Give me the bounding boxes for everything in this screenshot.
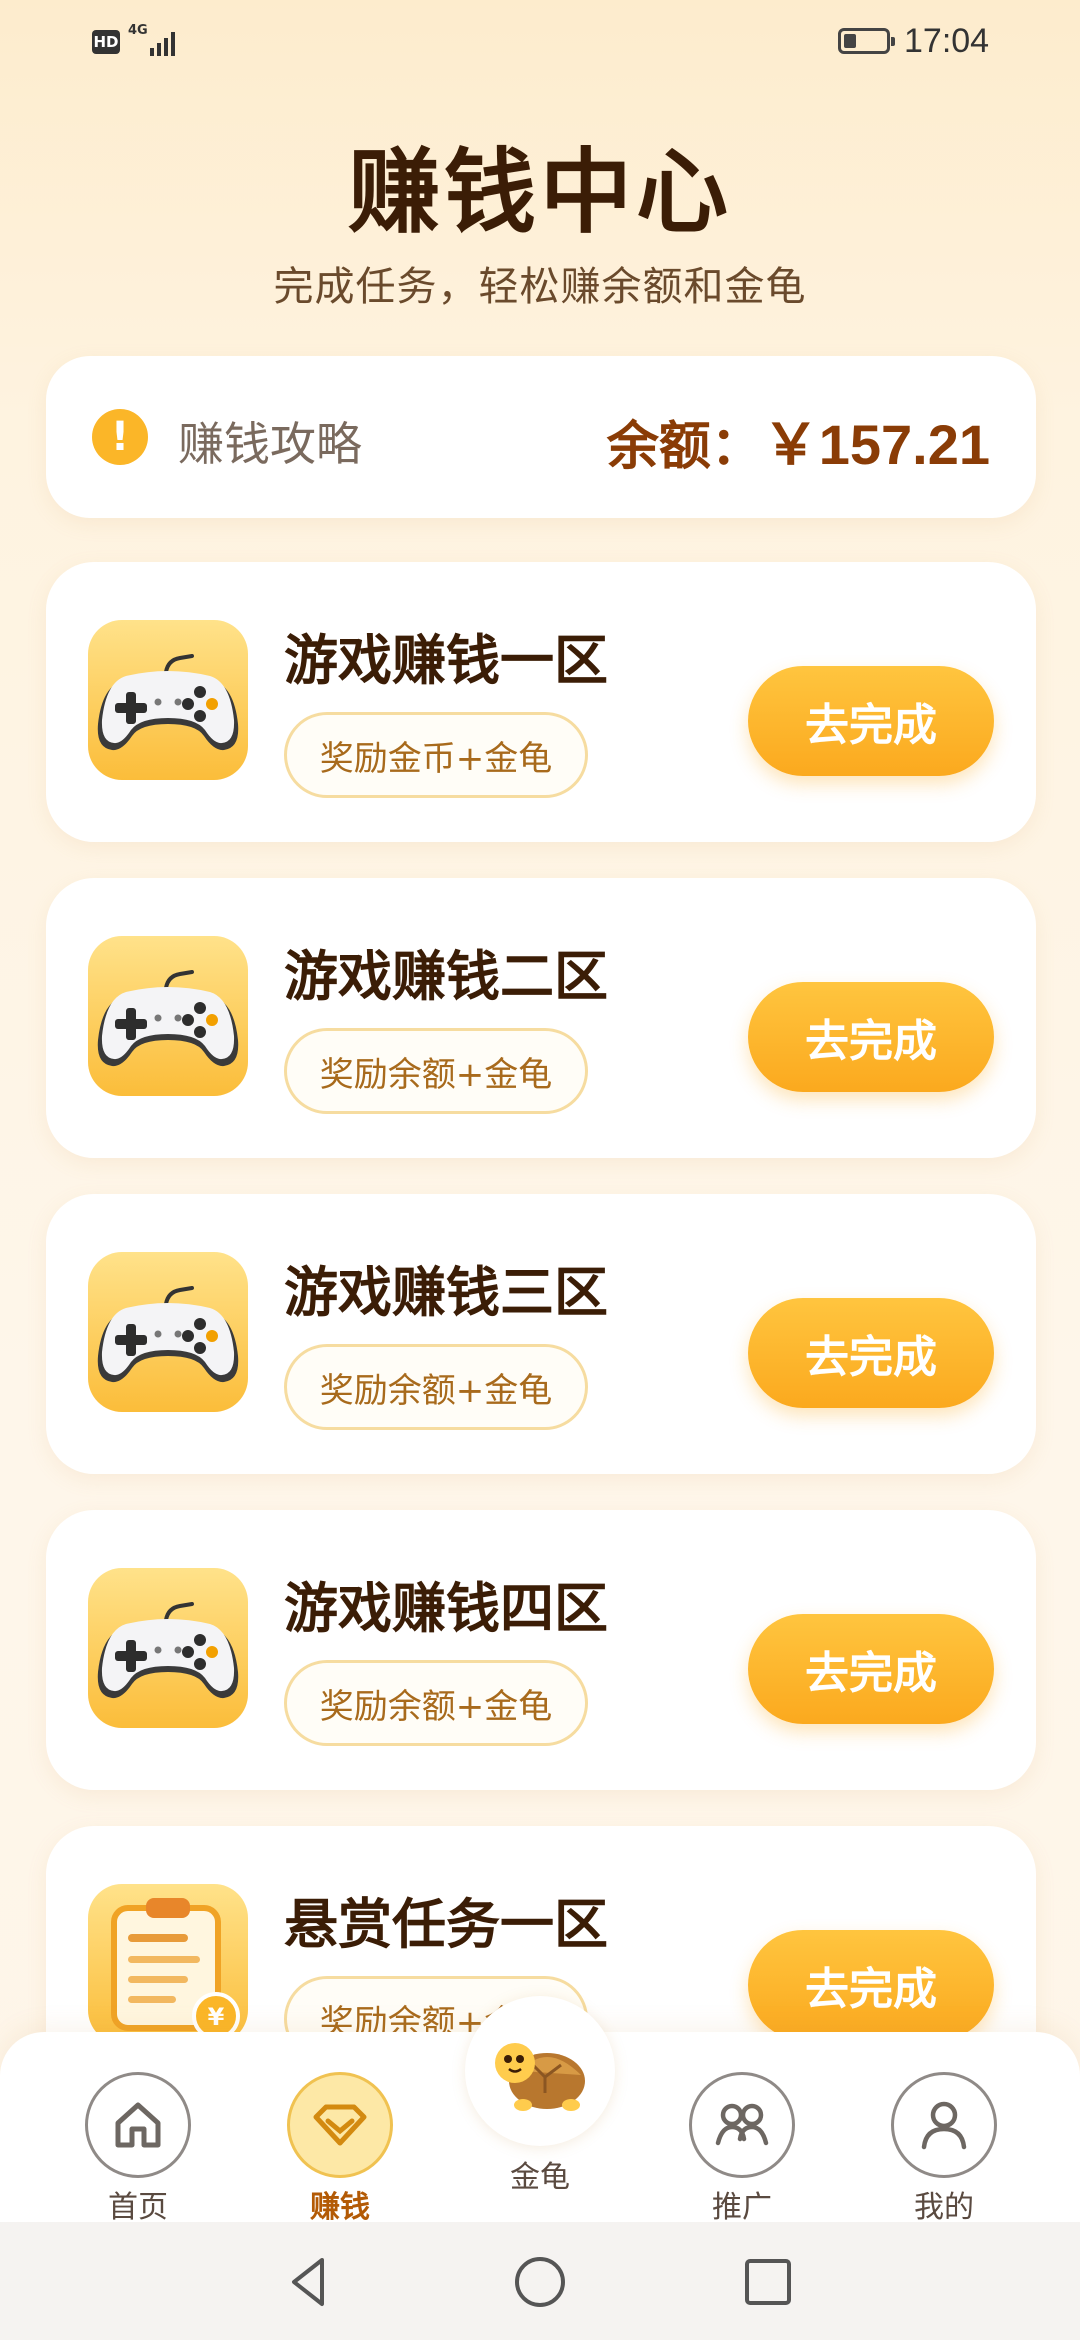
gamepad-icon	[88, 936, 248, 1096]
page-subtitle: 完成任务，轻松赚余额和金龟	[273, 264, 807, 310]
nav-label[interactable]: 金龟	[465, 2152, 615, 2196]
nav-item-earn[interactable]: 赚钱	[270, 2052, 410, 2225]
bottom-nav: 首页 赚钱 金龟 推广 我的	[0, 1996, 1080, 2225]
user-icon	[891, 2072, 997, 2178]
nav-item-promote[interactable]: 推广	[672, 2052, 812, 2225]
nav-label: 首页	[108, 2190, 168, 2225]
reward-badge: 奖励余额+金龟	[284, 1660, 588, 1746]
complete-task-button[interactable]: 去完成	[748, 1930, 994, 2040]
task-name: 游戏赚钱二区	[284, 945, 608, 1008]
gamepad-icon	[88, 1568, 248, 1728]
balance-card: ! 赚钱攻略 余额： ￥157.21	[46, 356, 1036, 518]
hd-indicator: HD	[92, 30, 120, 54]
complete-task-button[interactable]: 去完成	[748, 1298, 994, 1408]
earning-guide-link[interactable]: 赚钱攻略	[178, 408, 362, 474]
nav-item-profile[interactable]: 我的	[874, 2052, 1014, 2225]
recents-icon[interactable]	[738, 2252, 798, 2312]
task-card: 游戏赚钱三区 奖励余额+金龟 去完成	[46, 1194, 1036, 1474]
signal-icon: 4G	[128, 24, 188, 58]
exclamation-icon[interactable]: !	[92, 409, 148, 465]
task-card: 游戏赚钱四区 奖励余额+金龟 去完成	[46, 1510, 1036, 1790]
people-icon	[689, 2072, 795, 2178]
page-title: 赚钱中心	[347, 139, 732, 246]
task-name: 游戏赚钱三区	[284, 1261, 608, 1324]
home-circle-icon[interactable]	[510, 2252, 570, 2312]
task-name: 悬赏任务一区	[284, 1893, 608, 1956]
reward-badge: 奖励余额+金龟	[284, 1344, 588, 1430]
task-name: 游戏赚钱一区	[284, 629, 608, 692]
reward-badge: 奖励金币+金龟	[284, 712, 588, 798]
clock: 17:04	[904, 22, 990, 60]
gamepad-icon	[88, 620, 248, 780]
task-card: 游戏赚钱二区 奖励余额+金龟 去完成	[46, 878, 1036, 1158]
diamond-icon	[287, 2072, 393, 2178]
clipboard-coin-icon: ¥	[88, 1884, 248, 2044]
task-card: 游戏赚钱一区 奖励金币+金龟 去完成	[46, 562, 1036, 842]
complete-task-button[interactable]: 去完成	[748, 666, 994, 776]
status-bar: HD 4G 17:04	[0, 0, 1080, 84]
turtle-icon[interactable]	[465, 1996, 615, 2146]
balance-display: 余额： ￥157.21	[607, 400, 990, 481]
nav-item-home[interactable]: 首页	[68, 2052, 208, 2225]
back-icon[interactable]	[280, 2252, 340, 2312]
nav-label: 赚钱	[310, 2190, 370, 2225]
nav-label: 推广	[712, 2190, 772, 2225]
gamepad-icon	[88, 1252, 248, 1412]
svg-text:¥: ¥	[208, 2003, 225, 2031]
nav-label: 我的	[914, 2190, 974, 2225]
task-name: 游戏赚钱四区	[284, 1577, 608, 1640]
battery-icon	[838, 28, 895, 54]
system-nav-bar	[0, 2222, 1080, 2340]
balance-value: ￥157.21	[762, 413, 990, 476]
network-type: 4G	[128, 23, 148, 38]
complete-task-button[interactable]: 去完成	[748, 1614, 994, 1724]
complete-task-button[interactable]: 去完成	[748, 982, 994, 1092]
balance-label: 余额：	[606, 417, 763, 477]
home-icon	[85, 2072, 191, 2178]
reward-badge: 奖励余额+金龟	[284, 1028, 588, 1114]
